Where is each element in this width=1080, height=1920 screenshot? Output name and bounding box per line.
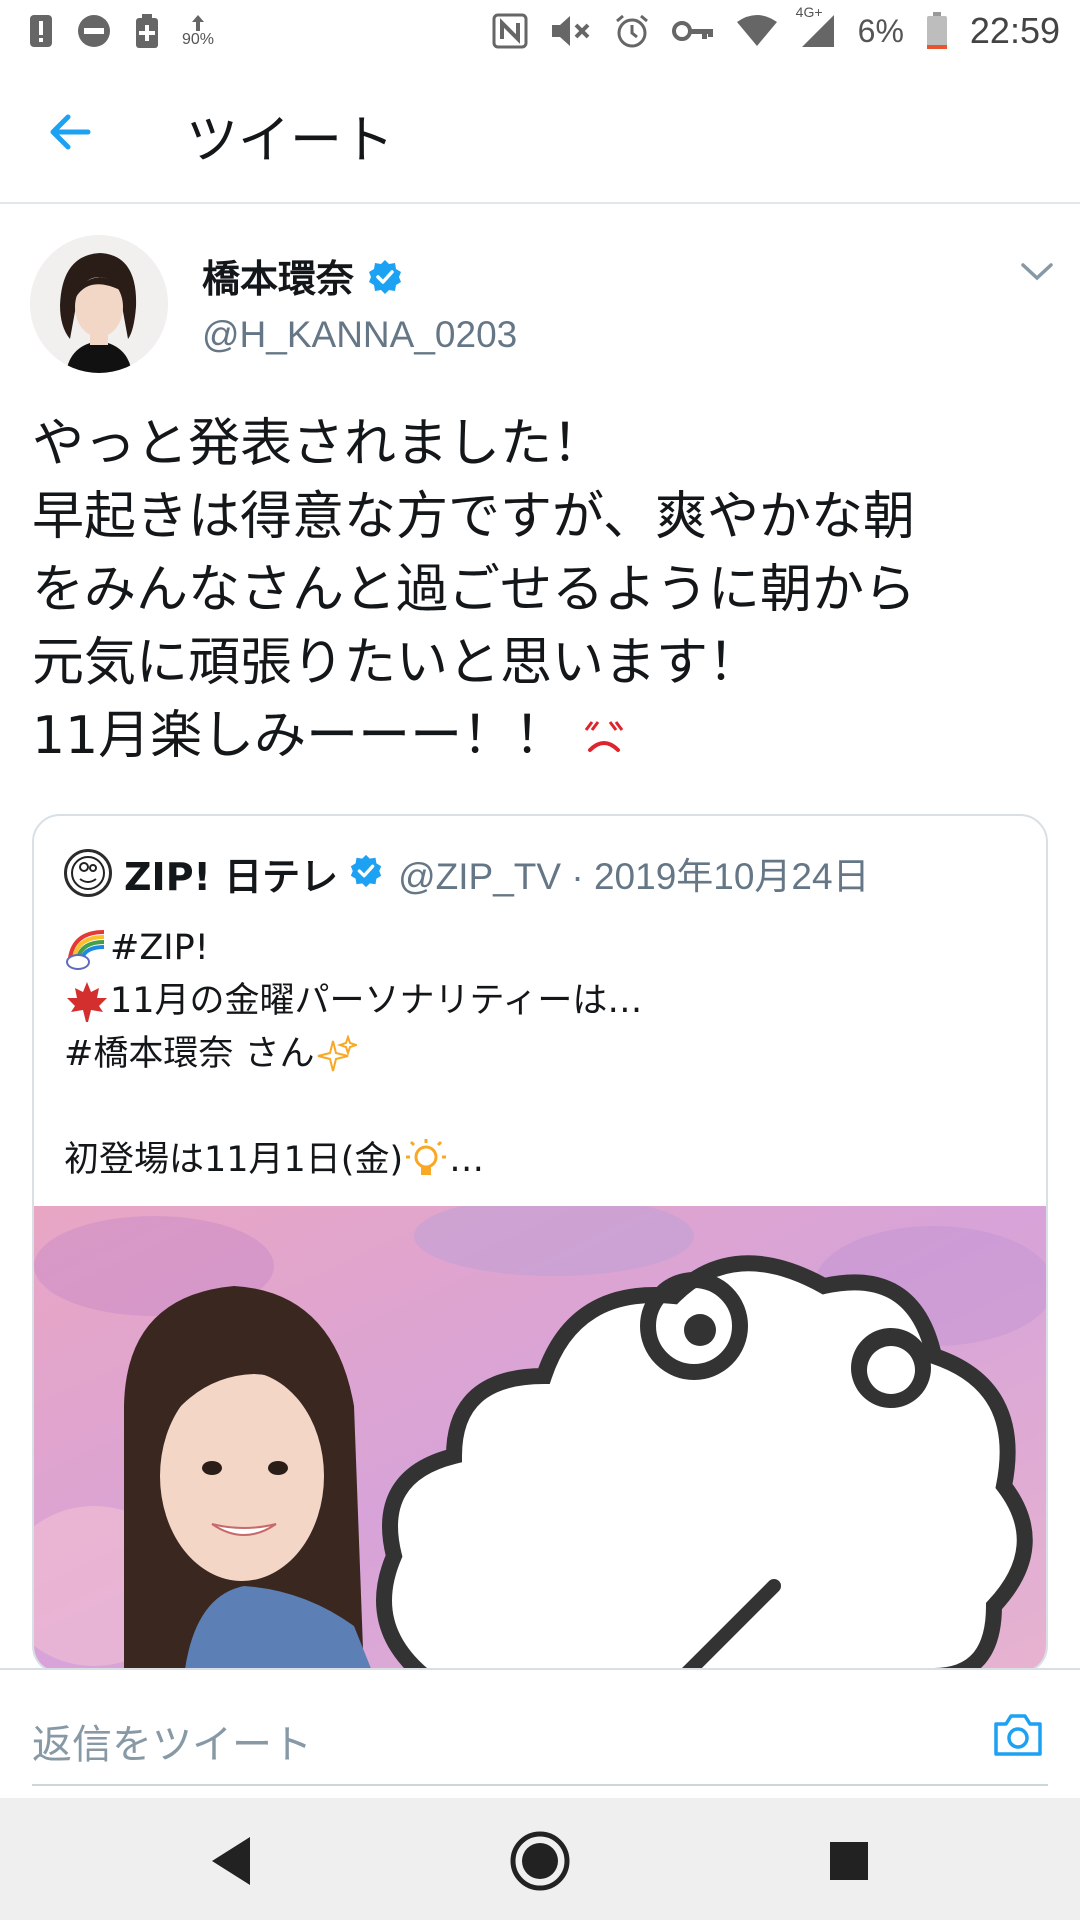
quoted-line: 11月の金曜パーソナリティーは…: [64, 975, 1024, 1028]
upload-progress-icon: 90%: [182, 14, 214, 48]
page-title: ツイート: [186, 111, 395, 171]
quoted-tweet-text: #ZIP! 11月の金曜パーソナリティーは… #橋本環奈 さん 初登場は11月1…: [64, 922, 1024, 1187]
wifi-icon: [736, 14, 778, 48]
avatar[interactable]: [30, 235, 168, 373]
quoted-line: [64, 1081, 1024, 1134]
nav-home-icon[interactable]: [509, 1830, 571, 1892]
camera-icon[interactable]: [992, 1712, 1044, 1758]
alarm-icon: [614, 13, 650, 49]
mute-icon: [550, 13, 592, 49]
alert-icon: [28, 13, 54, 49]
frowning-face-emoji-icon: [578, 703, 630, 776]
quoted-line: #ZIP!: [64, 922, 1024, 975]
quoted-line: #橋本環奈 さん: [64, 1028, 1024, 1081]
quoted-tweet-image[interactable]: [34, 1206, 1046, 1672]
rainbow-emoji-icon: [64, 926, 110, 972]
app-bar: ツイート: [0, 62, 1080, 204]
verified-badge-icon: [348, 853, 384, 893]
maple-leaf-emoji-icon: [64, 979, 110, 1025]
tweet-text: やっと発表されました！ 早起きは得意な方ですが、爽やかな朝 をみんなさんと過ごせ…: [32, 408, 1052, 776]
author-name[interactable]: 橋本環奈: [202, 248, 404, 305]
reply-input[interactable]: 返信をツイート: [32, 1712, 312, 1770]
nav-recents-icon[interactable]: [818, 1830, 880, 1892]
quoted-tweet-header: ZIP! 日テレ @ZIP_TV · 2019年10月24日: [64, 846, 870, 900]
verified-badge-icon: [366, 258, 404, 305]
quoted-tweet-card[interactable]: ZIP! 日テレ @ZIP_TV · 2019年10月24日 #ZIP! 11月…: [32, 814, 1048, 1674]
status-bar: 90% 4G+ 6% 22:59: [0, 0, 1080, 62]
battery-low-icon: [926, 12, 948, 50]
nav-back-icon[interactable]: [200, 1830, 262, 1892]
vpn-key-icon: [671, 19, 714, 43]
quoted-line: 初登場は11月1日(金) …: [64, 1134, 1024, 1187]
author-handle: @H_KANNA_0203: [202, 314, 518, 355]
system-navigation-bar: [0, 1798, 1080, 1920]
quoted-author-name: ZIP! 日テレ: [124, 854, 339, 899]
light-bulb-emoji-icon: [403, 1138, 449, 1184]
cellular-signal-icon: 4G+: [796, 5, 836, 49]
clock: 22:59: [969, 10, 1060, 51]
chevron-down-icon[interactable]: [1020, 260, 1054, 284]
reply-bar: 返信をツイート: [0, 1668, 1080, 1798]
nfc-icon: [492, 13, 528, 49]
do-not-disturb-icon: [76, 13, 112, 49]
sparkles-emoji-icon: [314, 1032, 360, 1078]
quoted-handle-date: @ZIP_TV · 2019年10月24日: [398, 856, 870, 897]
zip-logo-icon: [64, 849, 112, 897]
reply-input-underline: [32, 1784, 1048, 1786]
battery-percent: 6%: [857, 12, 904, 49]
arrow-left-icon[interactable]: [42, 107, 98, 157]
battery-saver-icon: [134, 13, 160, 49]
